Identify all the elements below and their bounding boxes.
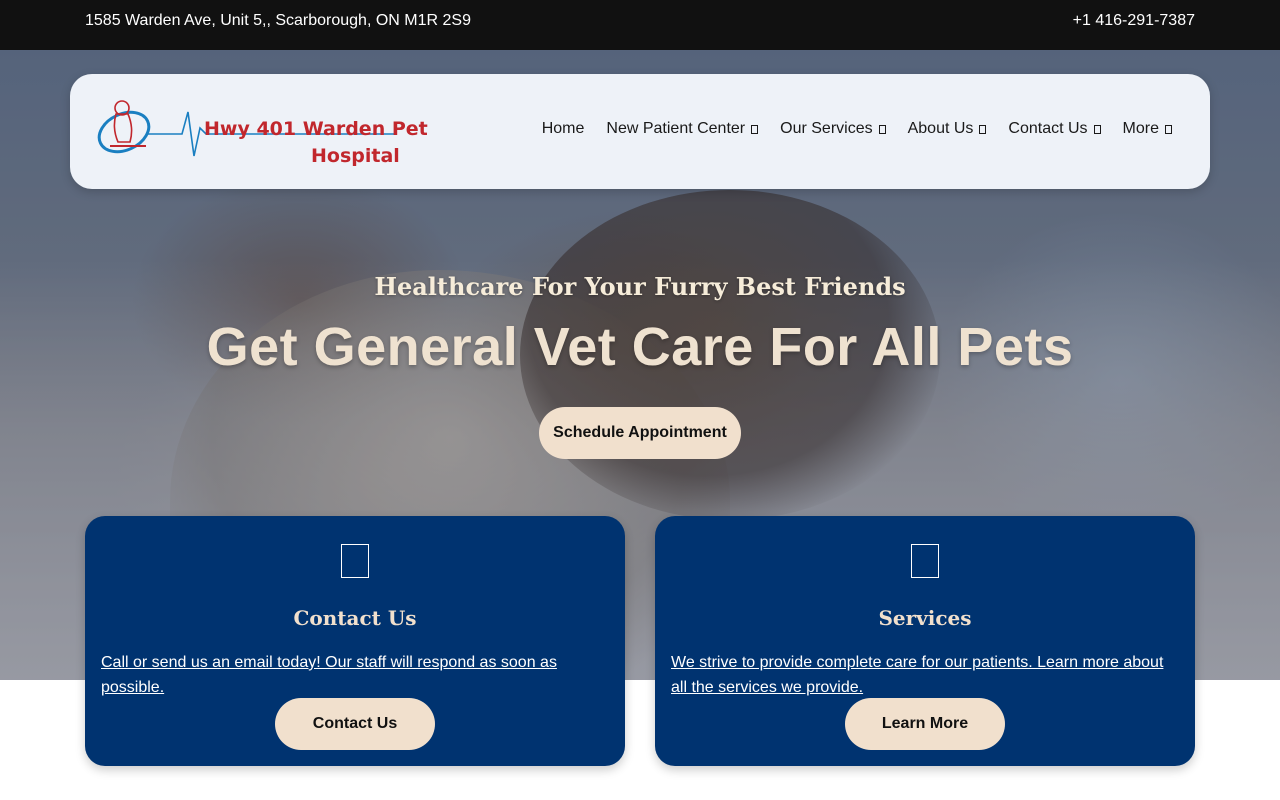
- hero-tagline: Healthcare For Your Furry Best Friends: [374, 272, 906, 301]
- hero-headline: Get General Vet Care For All Pets: [206, 317, 1074, 377]
- nav-label: About Us: [907, 120, 974, 137]
- chevron-down-icon: [1093, 125, 1101, 134]
- nav-label: New Patient Center: [606, 120, 746, 137]
- nav-label: More: [1122, 120, 1159, 137]
- nav-label: Contact Us: [1008, 120, 1088, 137]
- main-nav: Home New Patient Center Our Services Abo…: [520, 120, 1172, 138]
- services-card: Services We strive to provide complete c…: [655, 516, 1195, 766]
- header-nav-card: Hwy 401 Warden Pet Hospital Home New Pat…: [70, 74, 1210, 189]
- logo-text-line2: Hospital: [311, 145, 400, 167]
- nav-item-more[interactable]: More: [1123, 120, 1172, 138]
- nav-item-contact-us[interactable]: Contact Us: [1008, 120, 1101, 138]
- chevron-down-icon: [878, 125, 886, 134]
- nav-item-new-patient-center[interactable]: New Patient Center: [606, 120, 759, 138]
- learn-more-button[interactable]: Learn More: [845, 698, 1005, 750]
- card-description-link[interactable]: We strive to provide complete care for o…: [671, 650, 1171, 700]
- chevron-down-icon: [979, 125, 987, 134]
- phone-link[interactable]: +1 416-291-7387: [1073, 12, 1195, 30]
- logo-text-line1: Hwy 401 Warden Pet: [204, 118, 428, 140]
- card-title: Contact Us: [293, 606, 417, 630]
- schedule-appointment-button[interactable]: Schedule Appointment: [539, 407, 741, 459]
- chevron-down-icon: [751, 125, 759, 134]
- nav-item-home[interactable]: Home: [542, 120, 585, 138]
- card-title: Services: [878, 606, 972, 630]
- phone-icon: [341, 544, 369, 578]
- site-logo[interactable]: Hwy 401 Warden Pet Hospital: [96, 94, 428, 167]
- nav-label: Home: [541, 120, 585, 137]
- card-description-link[interactable]: Call or send us an email today! Our staf…: [101, 650, 601, 700]
- contact-card: Contact Us Call or send us an email toda…: [85, 516, 625, 766]
- address-text: 1585 Warden Ave, Unit 5,, Scarborough, O…: [85, 12, 471, 29]
- contact-us-button[interactable]: Contact Us: [275, 698, 435, 750]
- paw-icon: [911, 544, 939, 578]
- nav-label: Our Services: [780, 120, 873, 137]
- chevron-down-icon: [1165, 125, 1172, 134]
- nav-item-our-services[interactable]: Our Services: [780, 120, 886, 138]
- nav-item-about-us[interactable]: About Us: [908, 120, 987, 138]
- top-info-bar: 1585 Warden Ave, Unit 5,, Scarborough, O…: [0, 0, 1280, 50]
